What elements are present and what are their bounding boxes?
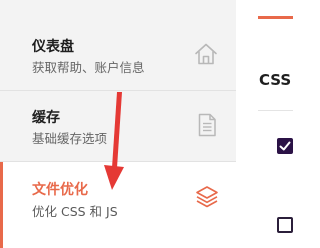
active-tab-indicator (258, 16, 293, 19)
layers-icon (196, 186, 218, 208)
section-heading: CSS (259, 71, 292, 89)
home-icon (195, 43, 217, 65)
option-checkbox-checked[interactable] (277, 138, 293, 154)
option-checkbox-unchecked[interactable] (277, 217, 293, 233)
document-icon (198, 113, 216, 137)
sidebar-item-description: 基础缓存选项 (32, 131, 108, 146)
sidebar-item-title: 文件优化 (32, 182, 88, 198)
sidebar-item-dashboard[interactable]: 仪表盘 获取帮助、账户信息 (0, 20, 236, 90)
sidebar-item-file-optimization[interactable]: 文件优化 优化 CSS 和 JS (0, 162, 236, 248)
checkmark-icon (279, 141, 291, 151)
sidebar: 仪表盘 获取帮助、账户信息 缓存 基础缓存选项 文件优化 优化 CSS 和 JS (0, 0, 236, 248)
sidebar-item-description: 获取帮助、账户信息 (32, 60, 145, 75)
section-divider (258, 110, 293, 111)
sidebar-item-cache[interactable]: 缓存 基础缓存选项 (0, 91, 236, 161)
main-panel (236, 0, 293, 248)
sidebar-item-title: 仪表盘 (32, 39, 74, 55)
sidebar-item-title: 缓存 (32, 110, 60, 126)
sidebar-item-description: 优化 CSS 和 JS (32, 204, 118, 219)
